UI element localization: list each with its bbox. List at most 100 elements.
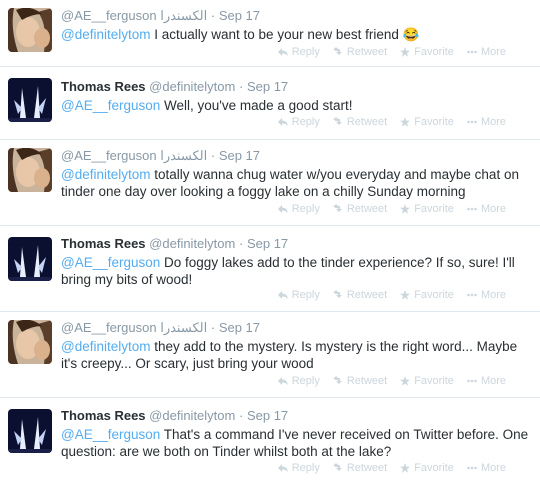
favorite-button[interactable]: Favorite bbox=[400, 46, 454, 58]
retweet-icon bbox=[332, 290, 342, 298]
reply-label: Reply bbox=[291, 203, 320, 215]
tweet[interactable]: @AE__ferguson الكسندرا · Sep 17 @definit… bbox=[0, 0, 540, 67]
mention-link[interactable]: @definitelytom bbox=[61, 167, 151, 182]
favorite-label: Favorite bbox=[414, 203, 454, 215]
username[interactable]: @AE__ferguson bbox=[61, 148, 157, 163]
tweet[interactable]: Thomas Rees @definitelytom · Sep 17 @AE_… bbox=[0, 398, 540, 486]
favorite-button[interactable]: Favorite bbox=[400, 375, 454, 387]
more-label: More bbox=[480, 203, 506, 215]
tweet-body: I actually want to be your new best frie… bbox=[150, 27, 420, 42]
mention-link[interactable]: @AE__ferguson bbox=[61, 98, 160, 113]
avatar-ae[interactable] bbox=[8, 320, 52, 364]
retweet-button[interactable]: Retweet bbox=[332, 116, 388, 128]
more-button[interactable]: More bbox=[467, 375, 506, 387]
mention-link[interactable]: @definitelytom bbox=[61, 339, 151, 354]
avatar-ae[interactable] bbox=[8, 8, 52, 52]
more-icon bbox=[467, 50, 477, 54]
mention-link[interactable]: @AE__ferguson bbox=[61, 255, 160, 270]
star-icon bbox=[400, 463, 411, 473]
retweet-label: Retweet bbox=[346, 116, 388, 128]
timestamp[interactable]: Sep 17 bbox=[219, 8, 260, 23]
retweet-icon bbox=[332, 376, 342, 384]
username[interactable]: @definitelytom bbox=[149, 236, 235, 251]
favorite-label: Favorite bbox=[414, 375, 454, 387]
reply-icon bbox=[277, 118, 288, 126]
reply-button[interactable]: Reply bbox=[277, 375, 320, 387]
tweet-text: @AE__ferguson Well, you've made a good s… bbox=[61, 97, 530, 114]
reply-icon bbox=[277, 205, 288, 213]
more-icon bbox=[467, 207, 477, 211]
avatar-tom[interactable] bbox=[8, 409, 52, 453]
favorite-button[interactable]: Favorite bbox=[400, 203, 454, 215]
star-icon bbox=[400, 290, 411, 300]
reply-label: Reply bbox=[291, 289, 320, 301]
tweet-actions: Reply Retweet Favorite More bbox=[277, 289, 506, 301]
retweet-icon bbox=[332, 117, 342, 125]
timestamp[interactable]: Sep 17 bbox=[247, 236, 288, 251]
display-name[interactable]: Thomas Rees bbox=[61, 236, 146, 251]
retweet-button[interactable]: Retweet bbox=[332, 375, 388, 387]
tweet[interactable]: Thomas Rees @definitelytom · Sep 17 @AE_… bbox=[0, 226, 540, 312]
favorite-label: Favorite bbox=[414, 116, 454, 128]
timestamp[interactable]: Sep 17 bbox=[247, 408, 288, 423]
timestamp[interactable]: Sep 17 bbox=[247, 79, 288, 94]
tweet-text: @AE__ferguson Do foggy lakes add to the … bbox=[61, 254, 530, 288]
favorite-button[interactable]: Favorite bbox=[400, 116, 454, 128]
tweet[interactable]: @AE__ferguson الكسندرا · Sep 17 @definit… bbox=[0, 312, 540, 398]
timestamp[interactable]: Sep 17 bbox=[219, 320, 260, 335]
reply-label: Reply bbox=[291, 375, 320, 387]
mention-link[interactable]: @AE__ferguson bbox=[61, 427, 160, 442]
star-icon bbox=[400, 117, 411, 127]
retweet-label: Retweet bbox=[346, 375, 388, 387]
tweet-header: Thomas Rees @definitelytom · Sep 17 bbox=[61, 408, 530, 424]
timestamp[interactable]: Sep 17 bbox=[219, 148, 260, 163]
star-icon bbox=[400, 204, 411, 214]
username[interactable]: @AE__ferguson bbox=[61, 8, 157, 23]
more-button[interactable]: More bbox=[467, 203, 506, 215]
display-name[interactable]: Thomas Rees bbox=[61, 408, 146, 423]
more-label: More bbox=[480, 289, 506, 301]
tweet-header: Thomas Rees @definitelytom · Sep 17 bbox=[61, 79, 530, 95]
username[interactable]: @definitelytom bbox=[149, 408, 235, 423]
more-button[interactable]: More bbox=[467, 289, 506, 301]
favorite-label: Favorite bbox=[414, 462, 454, 474]
more-button[interactable]: More bbox=[467, 116, 506, 128]
retweet-button[interactable]: Retweet bbox=[332, 462, 387, 474]
tweet-header: @AE__ferguson الكسندرا · Sep 17 bbox=[61, 320, 530, 336]
retweet-button[interactable]: Retweet bbox=[332, 46, 387, 58]
arabic-name: الكسندرا bbox=[160, 320, 208, 335]
reply-button[interactable]: Reply bbox=[277, 203, 320, 215]
more-label: More bbox=[480, 116, 506, 128]
tweet[interactable]: Thomas Rees @definitelytom · Sep 17 @AE_… bbox=[0, 67, 540, 140]
reply-button[interactable]: Reply bbox=[277, 116, 320, 128]
mention-link[interactable]: @definitelytom bbox=[61, 27, 151, 42]
reply-button[interactable]: Reply bbox=[277, 46, 320, 58]
more-button[interactable]: More bbox=[467, 46, 506, 58]
username[interactable]: @AE__ferguson bbox=[61, 320, 157, 335]
more-icon bbox=[467, 120, 477, 124]
tweet-actions: Reply Retweet Favorite More bbox=[277, 462, 506, 474]
separator: · bbox=[238, 79, 244, 94]
favorite-button[interactable]: Favorite bbox=[400, 289, 454, 301]
avatar-ae[interactable] bbox=[8, 148, 52, 192]
reply-label: Reply bbox=[291, 462, 320, 474]
retweet-label: Retweet bbox=[346, 203, 388, 215]
more-label: More bbox=[480, 375, 506, 387]
more-button[interactable]: More bbox=[467, 462, 506, 474]
more-icon bbox=[467, 466, 477, 470]
separator: · bbox=[210, 320, 216, 335]
tweet[interactable]: @AE__ferguson الكسندرا · Sep 17 @definit… bbox=[0, 140, 540, 226]
retweet-button[interactable]: Retweet bbox=[332, 289, 387, 301]
retweet-button[interactable]: Retweet bbox=[332, 203, 388, 215]
reply-button[interactable]: Reply bbox=[277, 289, 320, 301]
avatar-tom[interactable] bbox=[8, 78, 52, 122]
arabic-name: الكسندرا bbox=[160, 148, 208, 163]
avatar-tom[interactable] bbox=[8, 237, 52, 281]
favorite-button[interactable]: Favorite bbox=[400, 462, 454, 474]
reply-icon bbox=[277, 48, 288, 56]
reply-button[interactable]: Reply bbox=[277, 462, 320, 474]
username[interactable]: @definitelytom bbox=[149, 79, 235, 94]
display-name[interactable]: Thomas Rees bbox=[61, 79, 146, 94]
separator: · bbox=[238, 236, 244, 251]
timeline: @AE__ferguson الكسندرا · Sep 17 @definit… bbox=[0, 0, 540, 486]
